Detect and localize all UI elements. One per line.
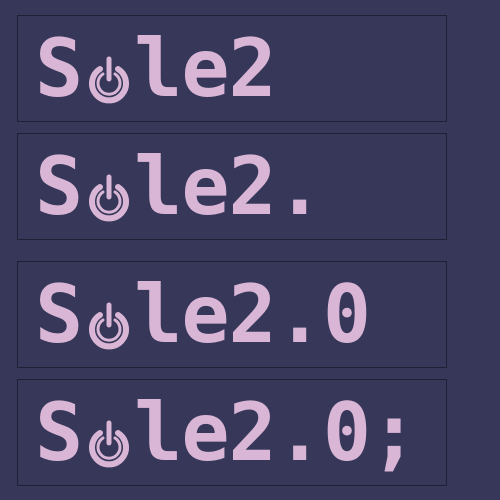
logo-suffix: le2.0 xyxy=(134,267,371,361)
logo-suffix: le2.0; xyxy=(134,385,418,479)
logo-panel-2: S le2. xyxy=(17,133,447,240)
logo-wordmark: S le2.0; xyxy=(35,385,418,479)
logo-prefix: S xyxy=(35,139,83,233)
logo-wordmark: S le2 xyxy=(35,21,277,115)
logo-wordmark: S le2. xyxy=(35,139,324,233)
power-icon xyxy=(85,47,133,107)
logo-panel-4: S le2.0; xyxy=(17,379,447,486)
logo-panel-1: S le2 xyxy=(17,15,447,122)
logo-suffix: le2. xyxy=(134,139,324,233)
power-icon xyxy=(85,293,133,353)
logo-prefix: S xyxy=(35,21,83,115)
power-icon xyxy=(85,411,133,471)
logo-wordmark: S le2.0 xyxy=(35,267,371,361)
logo-prefix: S xyxy=(35,385,83,479)
power-icon xyxy=(85,165,133,225)
logo-prefix: S xyxy=(35,267,83,361)
logo-panel-3: S le2.0 xyxy=(17,261,447,368)
logo-suffix: le2 xyxy=(134,21,276,115)
